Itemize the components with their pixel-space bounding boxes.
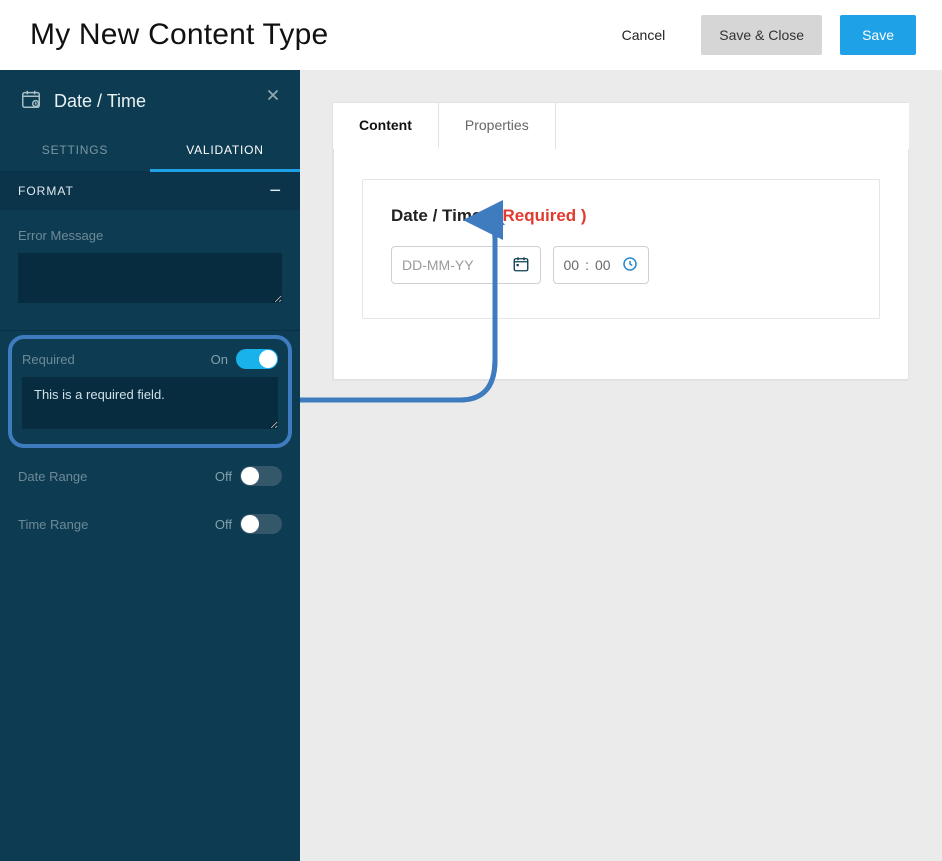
field-label: Date / Time [391,206,481,225]
sidebar-header: Date / Time [0,70,300,129]
time-range-toggle[interactable] [240,514,282,534]
preview-tabs-wrap: Content Properties Date / Time ( Require… [332,102,908,381]
tab-properties[interactable]: Properties [439,103,556,149]
required-state: On [211,352,228,367]
preview-card: Date / Time ( Required ) DD-MM-YY [333,149,909,380]
save-button[interactable]: Save [840,15,916,55]
required-highlight: Required On [8,335,292,448]
required-label: Required [22,352,75,367]
clock-icon [621,255,639,276]
error-message-block: Error Message [0,210,300,331]
time-range-row: Time Range Off [0,500,300,548]
tab-content[interactable]: Content [333,103,439,149]
required-message-input[interactable] [22,377,278,429]
time-range-label: Time Range [18,517,88,532]
required-toggle[interactable] [236,349,278,369]
time-mm: 00 [595,257,611,273]
tab-validation[interactable]: VALIDATION [150,129,300,171]
date-range-toggle[interactable] [240,466,282,486]
date-range-row: Date Range Off [0,452,300,500]
property-sidebar: Date / Time SETTINGS VALIDATION FORMAT −… [0,70,300,861]
close-icon[interactable] [264,86,282,109]
date-placeholder: DD-MM-YY [402,257,474,273]
time-sep: : [585,257,589,273]
preview-canvas: Content Properties Date / Time ( Require… [300,70,942,861]
required-badge: ( Required ) [492,206,586,225]
save-close-button[interactable]: Save & Close [701,15,822,55]
field-preview: Date / Time ( Required ) DD-MM-YY [362,179,880,319]
tab-settings[interactable]: SETTINGS [0,129,150,171]
sidebar-tabs: SETTINGS VALIDATION [0,129,300,172]
field-inputs: DD-MM-YY 00 : [391,246,851,284]
calendar-icon [20,88,42,115]
preview-tabs: Content Properties [333,103,909,149]
top-bar: My New Content Type Cancel Save & Close … [0,0,942,70]
cancel-button[interactable]: Cancel [604,15,684,55]
minus-icon: − [269,186,282,196]
date-range-state: Off [215,469,232,484]
date-input[interactable]: DD-MM-YY [391,246,541,284]
sidebar-title: Date / Time [54,91,146,112]
time-hh: 00 [563,257,579,273]
format-label: FORMAT [18,184,74,198]
time-input[interactable]: 00 : 00 [553,246,649,284]
page-title: My New Content Type [30,18,328,52]
error-message-input[interactable] [18,253,282,303]
time-range-state: Off [215,517,232,532]
calendar-picker-icon [512,255,530,276]
error-message-label: Error Message [18,228,282,243]
field-label-row: Date / Time ( Required ) [391,206,851,226]
header-actions: Cancel Save & Close Save [604,15,916,55]
format-section-toggle[interactable]: FORMAT − [0,172,300,210]
date-range-label: Date Range [18,469,87,484]
